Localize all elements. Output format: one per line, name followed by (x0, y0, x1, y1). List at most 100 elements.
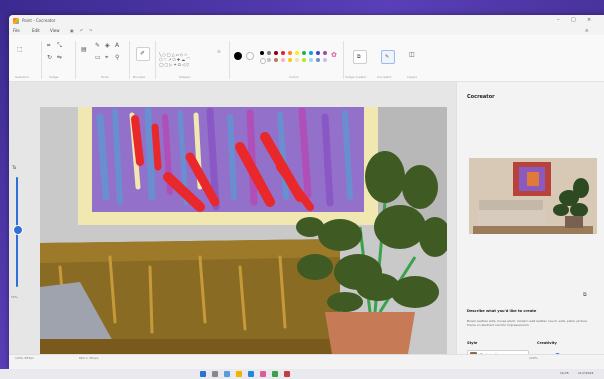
brushes-button[interactable]: ✐ (136, 47, 150, 61)
status-bar: 1254, 687px 664 × 391px 100% (9, 354, 604, 363)
paint-app-icon (13, 18, 19, 24)
color-swatch[interactable] (316, 51, 320, 55)
minimize-icon[interactable]: – (557, 17, 560, 23)
save-icon[interactable]: ▣ (70, 28, 74, 33)
prompt-input[interactable]: Brown leather sofa, house plant, modern … (467, 319, 595, 327)
redo-icon[interactable]: ↷ (89, 28, 92, 33)
paint-window: Paint - Cocreator – □ × File Edit View ▣… (9, 15, 604, 369)
menu-bar: File Edit View ▣ ↶ ↷ ⚙ (9, 27, 604, 35)
sofa-base (40, 339, 340, 354)
layers-icon[interactable]: ◫ (409, 52, 415, 58)
resize-icon[interactable]: ⤡ (57, 43, 62, 49)
title-bar: Paint - Cocreator – □ × (9, 15, 604, 27)
layers-stack-icon[interactable]: ▤ (81, 47, 87, 53)
color-swatch[interactable] (288, 58, 292, 62)
group-label-selection: Selection (15, 75, 29, 79)
pencil-icon[interactable]: ✎ (95, 43, 100, 49)
zoom-level: 50% (11, 295, 18, 299)
color-swatch[interactable] (309, 51, 313, 55)
color-swatch[interactable] (295, 51, 299, 55)
color-swatch[interactable] (309, 58, 313, 62)
undo-icon[interactable]: ↶ (80, 28, 83, 33)
color-swatch[interactable] (274, 51, 278, 55)
start-icon[interactable] (200, 371, 206, 377)
canvas-area: Ta 50% (9, 82, 456, 354)
describe-label: Describe what you'd like to create (467, 309, 537, 313)
window-title: Paint - Cocreator (22, 18, 56, 23)
crop-icon[interactable]: ⌗ (47, 43, 50, 49)
paint-taskbar-icon[interactable] (260, 371, 266, 377)
color-swatch[interactable] (323, 51, 327, 55)
shapes-gallery[interactable]: ╲○□△▱◇☆ ⬡♡↗⬠✚☁⌒ ◯▢▷✦⬭◁▽ (159, 52, 211, 72)
menu-edit[interactable]: Edit (32, 28, 40, 33)
magnifier-icon[interactable]: ⚲ (115, 55, 119, 61)
search-icon[interactable] (212, 371, 218, 377)
selection-size: 664 × 391px (79, 356, 99, 360)
close-icon[interactable]: × (587, 17, 591, 23)
ribbon-divider (41, 41, 42, 79)
file-explorer-icon[interactable] (236, 371, 242, 377)
group-label-image: Image (49, 75, 59, 79)
ribbon-divider (155, 41, 156, 79)
clock-date: 11/7/2023 (578, 371, 594, 375)
cocreator-button[interactable]: ✎ (381, 50, 395, 64)
primary-color[interactable] (234, 52, 242, 60)
color-swatch[interactable] (260, 58, 266, 64)
group-label-layers: Layers (407, 75, 417, 79)
creativity-label: Creativity (537, 341, 557, 345)
expand-icon[interactable]: ⧉ (583, 292, 587, 298)
ribbon-divider (343, 41, 344, 79)
image-creator-button[interactable]: ⧉ (353, 50, 367, 64)
rotate-icon[interactable]: ↻ (47, 55, 52, 61)
generated-image-preview[interactable] (469, 158, 597, 234)
eraser-icon[interactable]: ▭ (95, 55, 101, 61)
zoom-label: Ta (12, 165, 17, 170)
outline-icon[interactable]: ☰ (217, 49, 221, 55)
color-picker-icon[interactable]: ⌖ (105, 55, 108, 61)
color-swatch[interactable] (260, 51, 264, 55)
color-swatch[interactable] (295, 58, 299, 62)
store-icon[interactable] (272, 371, 278, 377)
select-icon[interactable]: ⬚ (17, 47, 23, 53)
color-swatch[interactable] (323, 58, 327, 62)
color-swatch[interactable] (288, 51, 292, 55)
task-view-icon[interactable] (224, 371, 230, 377)
group-label-cocreator: Cocreator (377, 75, 392, 79)
color-swatch[interactable] (281, 58, 285, 62)
maximize-icon[interactable]: □ (571, 17, 576, 23)
drawing-canvas[interactable] (40, 107, 447, 354)
color-swatch[interactable] (281, 51, 285, 55)
color-swatch[interactable] (316, 58, 320, 62)
color-swatch[interactable] (267, 51, 271, 55)
menu-view[interactable]: View (50, 28, 60, 33)
group-label-shapes: Shapes (179, 75, 190, 79)
settings-icon[interactable]: ⚙ (585, 28, 589, 33)
ribbon-divider (75, 41, 76, 79)
group-label-tools: Tools (101, 75, 109, 79)
color-swatch[interactable] (267, 58, 271, 62)
fill-icon[interactable]: ◈ (105, 43, 110, 49)
ribbon-divider (229, 41, 230, 79)
status-zoom: 100% (529, 356, 538, 360)
flip-icon[interactable]: ⇋ (57, 55, 62, 61)
edit-colors-icon[interactable]: ✿ (331, 52, 337, 59)
group-label-brushes: Brushes (133, 75, 146, 79)
text-icon[interactable]: A (115, 43, 119, 49)
zoom-slider-thumb[interactable] (13, 225, 23, 235)
secondary-color[interactable] (246, 52, 254, 60)
cocreator-panel: Cocreator ⧉ Describe what you'd like to … (456, 82, 604, 361)
mail-icon[interactable] (284, 371, 290, 377)
color-swatch[interactable] (302, 51, 306, 55)
menu-file[interactable]: File (13, 28, 20, 33)
brush-icon: ✐ (140, 50, 146, 57)
cocreator-icon: ✎ (385, 54, 390, 60)
ribbon-toolbar: ⬚ Selection ⌗ ⤡ ↻ ⇋ Image ▤ ✎ ◈ A ▭ ⌖ ⚲ … (9, 35, 604, 82)
group-label-image-creator: Image Creator (345, 75, 367, 79)
color-swatch[interactable] (302, 58, 306, 62)
image-creator-icon: ⧉ (357, 54, 361, 60)
panel-title: Cocreator (467, 94, 495, 100)
group-label-colors: Colors (289, 75, 299, 79)
color-swatch[interactable] (274, 58, 278, 62)
edge-icon[interactable] (248, 371, 254, 377)
plant-pot (325, 312, 415, 354)
